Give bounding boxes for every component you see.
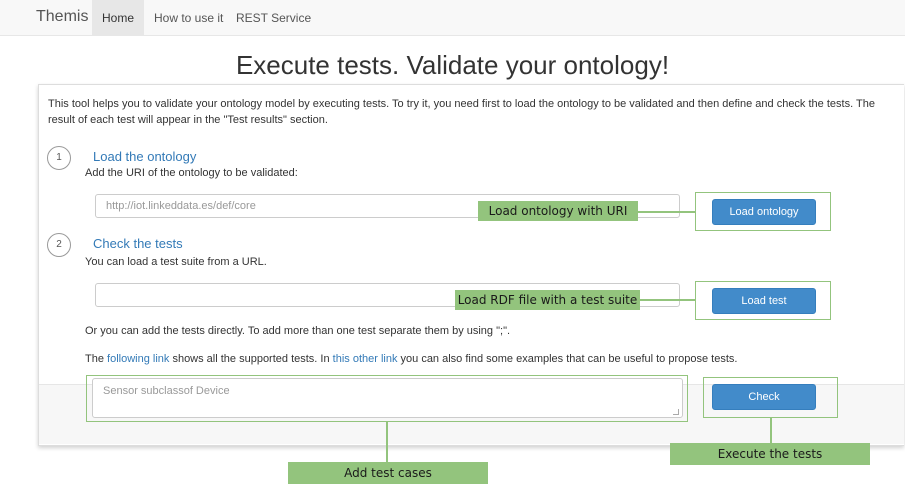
annotation-label-load-rdf: Load RDF file with a test suite bbox=[455, 290, 640, 310]
annotation-connector-textarea bbox=[386, 422, 388, 462]
annotation-box-load-test bbox=[695, 281, 831, 320]
nav-item-how-to-use[interactable]: How to use it bbox=[144, 0, 233, 36]
step-2-badge: 2 bbox=[47, 233, 71, 257]
nav-item-rest-service[interactable]: REST Service bbox=[226, 0, 321, 36]
direct-tests-text: Or you can add the tests directly. To ad… bbox=[85, 325, 511, 337]
navbar: Themis Home How to use it REST Service bbox=[0, 0, 905, 36]
links-text-post: you can also find some examples that can… bbox=[397, 353, 738, 365]
links-text-mid: shows all the supported tests. In bbox=[169, 353, 333, 365]
annotation-label-execute: Execute the tests bbox=[670, 443, 870, 465]
annotation-box-check bbox=[703, 377, 838, 418]
annotation-connector-load-test bbox=[640, 299, 695, 301]
step-1-description: Add the URI of the ontology to be valida… bbox=[85, 167, 298, 179]
annotation-box-textarea bbox=[86, 375, 688, 422]
brand-logo[interactable]: Themis bbox=[36, 8, 88, 26]
links-text-pre: The bbox=[85, 353, 108, 365]
annotation-label-add-cases: Add test cases bbox=[288, 462, 488, 484]
step-2-description: You can load a test suite from a URL. bbox=[85, 256, 267, 268]
supported-tests-text: The following link shows all the support… bbox=[85, 353, 737, 365]
this-other-link[interactable]: this other link bbox=[333, 353, 398, 365]
step-1-badge: 1 bbox=[47, 146, 71, 170]
annotation-connector-check bbox=[770, 418, 772, 443]
nav-item-home[interactable]: Home bbox=[92, 0, 145, 36]
annotation-connector-load-ontology bbox=[638, 211, 695, 213]
intro-text: This tool helps you to validate your ont… bbox=[48, 98, 875, 126]
annotation-box-load-ontology bbox=[695, 192, 831, 231]
following-link[interactable]: following link bbox=[107, 353, 169, 365]
annotation-label-load-ontology: Load ontology with URI bbox=[478, 201, 638, 221]
step-1-title: Load the ontology bbox=[93, 149, 197, 164]
page-title: Execute tests. Validate your ontology! bbox=[235, 50, 670, 80]
step-2-title: Check the tests bbox=[93, 236, 183, 251]
